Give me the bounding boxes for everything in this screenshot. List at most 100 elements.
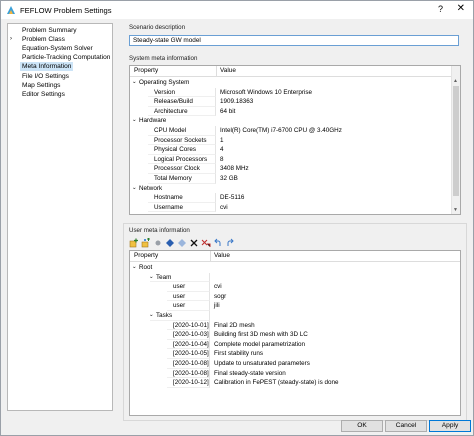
ok-button[interactable]: OK xyxy=(341,420,383,432)
table-row[interactable]: user jili xyxy=(130,301,460,311)
property-value: 1909.18363 xyxy=(220,98,254,106)
system-meta-header: Property Value xyxy=(130,66,460,77)
table-row[interactable]: Processor Clock 3408 MHz xyxy=(130,164,460,174)
expand-toggle-icon[interactable]: ⌄ xyxy=(132,185,137,191)
nav-item[interactable]: Equation-System Solver xyxy=(20,44,95,53)
table-row[interactable]: Total Memory 32 GB xyxy=(130,174,460,184)
redo-icon[interactable] xyxy=(225,238,235,248)
property-key: Operating System xyxy=(139,79,190,86)
settings-nav-tree: Problem Summary › Problem Class Equation-Sy… xyxy=(7,23,113,411)
property-key: Processor Sockets xyxy=(154,136,207,144)
close-button[interactable]: ✕ xyxy=(457,3,465,14)
table-row[interactable]: Hostname DE-5116 xyxy=(130,193,460,203)
nav-item[interactable]: Particle-Tracking Computation xyxy=(20,53,112,62)
property-key: Team xyxy=(156,273,172,281)
table-row[interactable]: [2020-10-12] Calibration in FePEST (stead… xyxy=(130,378,460,388)
feflow-app-icon xyxy=(7,6,15,14)
property-key: user xyxy=(173,302,186,310)
undo-icon[interactable] xyxy=(213,238,223,248)
property-key: Version xyxy=(154,88,176,96)
table-row[interactable]: [2020-10-01] Final 2D mesh xyxy=(130,320,460,331)
column-header-property[interactable]: Property xyxy=(134,252,158,259)
user-meta-header: Property Value xyxy=(130,251,460,262)
help-button[interactable]: ? xyxy=(438,4,443,14)
property-value: cvi xyxy=(214,283,222,291)
delete-all-icon[interactable] xyxy=(201,238,211,248)
nav-item[interactable]: Editor Settings xyxy=(20,90,67,99)
table-row[interactable]: ⌄ Operating System xyxy=(130,78,460,88)
property-value: 32 GB xyxy=(220,175,238,182)
table-row[interactable]: ⌄ Hardware xyxy=(130,116,460,126)
nav-item[interactable]: File I/O Settings xyxy=(20,72,71,81)
edit-icon[interactable] xyxy=(153,238,163,248)
property-key: [2020-10-01] xyxy=(173,321,209,329)
table-row[interactable]: ⌄ Team xyxy=(130,272,460,283)
expand-toggle-icon[interactable]: ⌄ xyxy=(149,274,154,280)
table-row[interactable]: Version Microsoft Windows 10 Enterprise xyxy=(130,87,460,98)
property-value: 64 bit xyxy=(220,107,236,115)
table-row[interactable]: ⌄ Network xyxy=(130,184,460,194)
delete-icon[interactable] xyxy=(189,238,199,248)
table-row[interactable]: Physical Cores 4 xyxy=(130,145,460,155)
property-key: Network xyxy=(139,184,163,192)
expand-toggle-icon[interactable]: ⌄ xyxy=(132,117,137,123)
move-down-icon[interactable] xyxy=(177,238,187,248)
property-key: CPU Model xyxy=(154,127,187,134)
property-key: [2020-10-08] xyxy=(173,360,209,367)
table-row[interactable]: Logical Processors 8 xyxy=(130,154,460,165)
property-value: cvi xyxy=(220,203,228,211)
window-title: FEFLOW Problem Settings xyxy=(20,5,112,15)
table-row[interactable]: [2020-10-08] Update to unsaturated parame… xyxy=(130,359,460,369)
user-meta-grid[interactable]: Property Value ⌄ Root ⌄ Team user cvi user sogr… xyxy=(129,250,461,416)
property-value: Microsoft Windows 10 Enterprise xyxy=(220,88,313,96)
add-child-icon[interactable] xyxy=(141,238,151,248)
property-value: Intel(R) Core(TM) i7-6700 CPU @ 3.40GHz xyxy=(220,127,342,134)
property-key: user xyxy=(173,292,186,300)
expand-toggle-icon[interactable]: ⌄ xyxy=(132,79,137,85)
expand-toggle-icon[interactable]: ⌄ xyxy=(132,264,137,270)
property-key: Username xyxy=(154,203,184,211)
table-row[interactable]: ⌄ Tasks xyxy=(130,311,460,321)
cancel-button[interactable]: Cancel xyxy=(385,420,427,432)
property-key: [2020-10-05] xyxy=(173,350,209,358)
user-meta-toolbar xyxy=(129,238,235,248)
table-row[interactable]: Release/Build 1909.18363 xyxy=(130,97,460,107)
title-bar: FEFLOW Problem Settings ? ✕ xyxy=(1,1,473,19)
column-header-value[interactable]: Value xyxy=(214,252,230,259)
scenario-description-input[interactable]: Steady-state GW model xyxy=(129,35,459,46)
property-value: Final 2D mesh xyxy=(214,321,255,329)
property-value: Building first 3D mesh with 3D LC xyxy=(214,331,308,339)
table-row[interactable]: [2020-10-08] Final steady-state version xyxy=(130,368,460,379)
table-row[interactable]: Architecture 64 bit xyxy=(130,106,460,117)
user-meta-label: User meta information xyxy=(129,227,190,234)
table-row[interactable]: [2020-10-04] Complete model parametrizati… xyxy=(130,339,460,350)
table-row[interactable]: Username cvi xyxy=(130,202,460,213)
table-row[interactable]: CPU Model Intel(R) Core(TM) i7-6700 CPU @… xyxy=(130,126,460,136)
add-item-icon[interactable] xyxy=(129,238,139,248)
property-value: jili xyxy=(214,302,220,310)
table-row[interactable]: [2020-10-03] Building first 3D mesh with … xyxy=(130,330,460,340)
property-value: Update to unsaturated parameters xyxy=(214,360,310,367)
table-row[interactable]: Processor Sockets 1 xyxy=(130,135,460,146)
table-row[interactable]: user cvi xyxy=(130,282,460,292)
nav-item[interactable]: Meta Information xyxy=(20,62,74,72)
property-key: [2020-10-04] xyxy=(173,340,209,348)
property-value: Final steady-state version xyxy=(214,369,286,377)
nav-item[interactable]: Map Settings xyxy=(20,81,62,90)
table-row[interactable]: [2020-10-05] First stability runs xyxy=(130,349,460,359)
table-row[interactable]: ⌄ Root xyxy=(130,263,460,273)
property-value: sogr xyxy=(214,292,227,300)
property-value: Calibration in FePEST (steady-state) is … xyxy=(214,379,339,387)
system-meta-grid[interactable]: Property Value ▲ ▼ ⌄ Operating System Vers… xyxy=(129,65,461,215)
nav-item[interactable]: Problem Class xyxy=(20,35,67,44)
move-up-icon[interactable] xyxy=(165,238,175,248)
apply-button[interactable]: Apply xyxy=(429,420,471,432)
column-header-property[interactable]: Property xyxy=(134,67,158,74)
expand-toggle-icon[interactable]: ⌄ xyxy=(149,312,154,318)
chevron-right-icon[interactable]: › xyxy=(10,35,12,44)
property-key: Physical Cores xyxy=(154,146,196,154)
column-header-value[interactable]: Value xyxy=(220,67,236,74)
nav-item[interactable]: Problem Summary xyxy=(20,26,79,35)
table-row[interactable]: user sogr xyxy=(130,291,460,302)
property-value: 8 xyxy=(220,155,224,163)
